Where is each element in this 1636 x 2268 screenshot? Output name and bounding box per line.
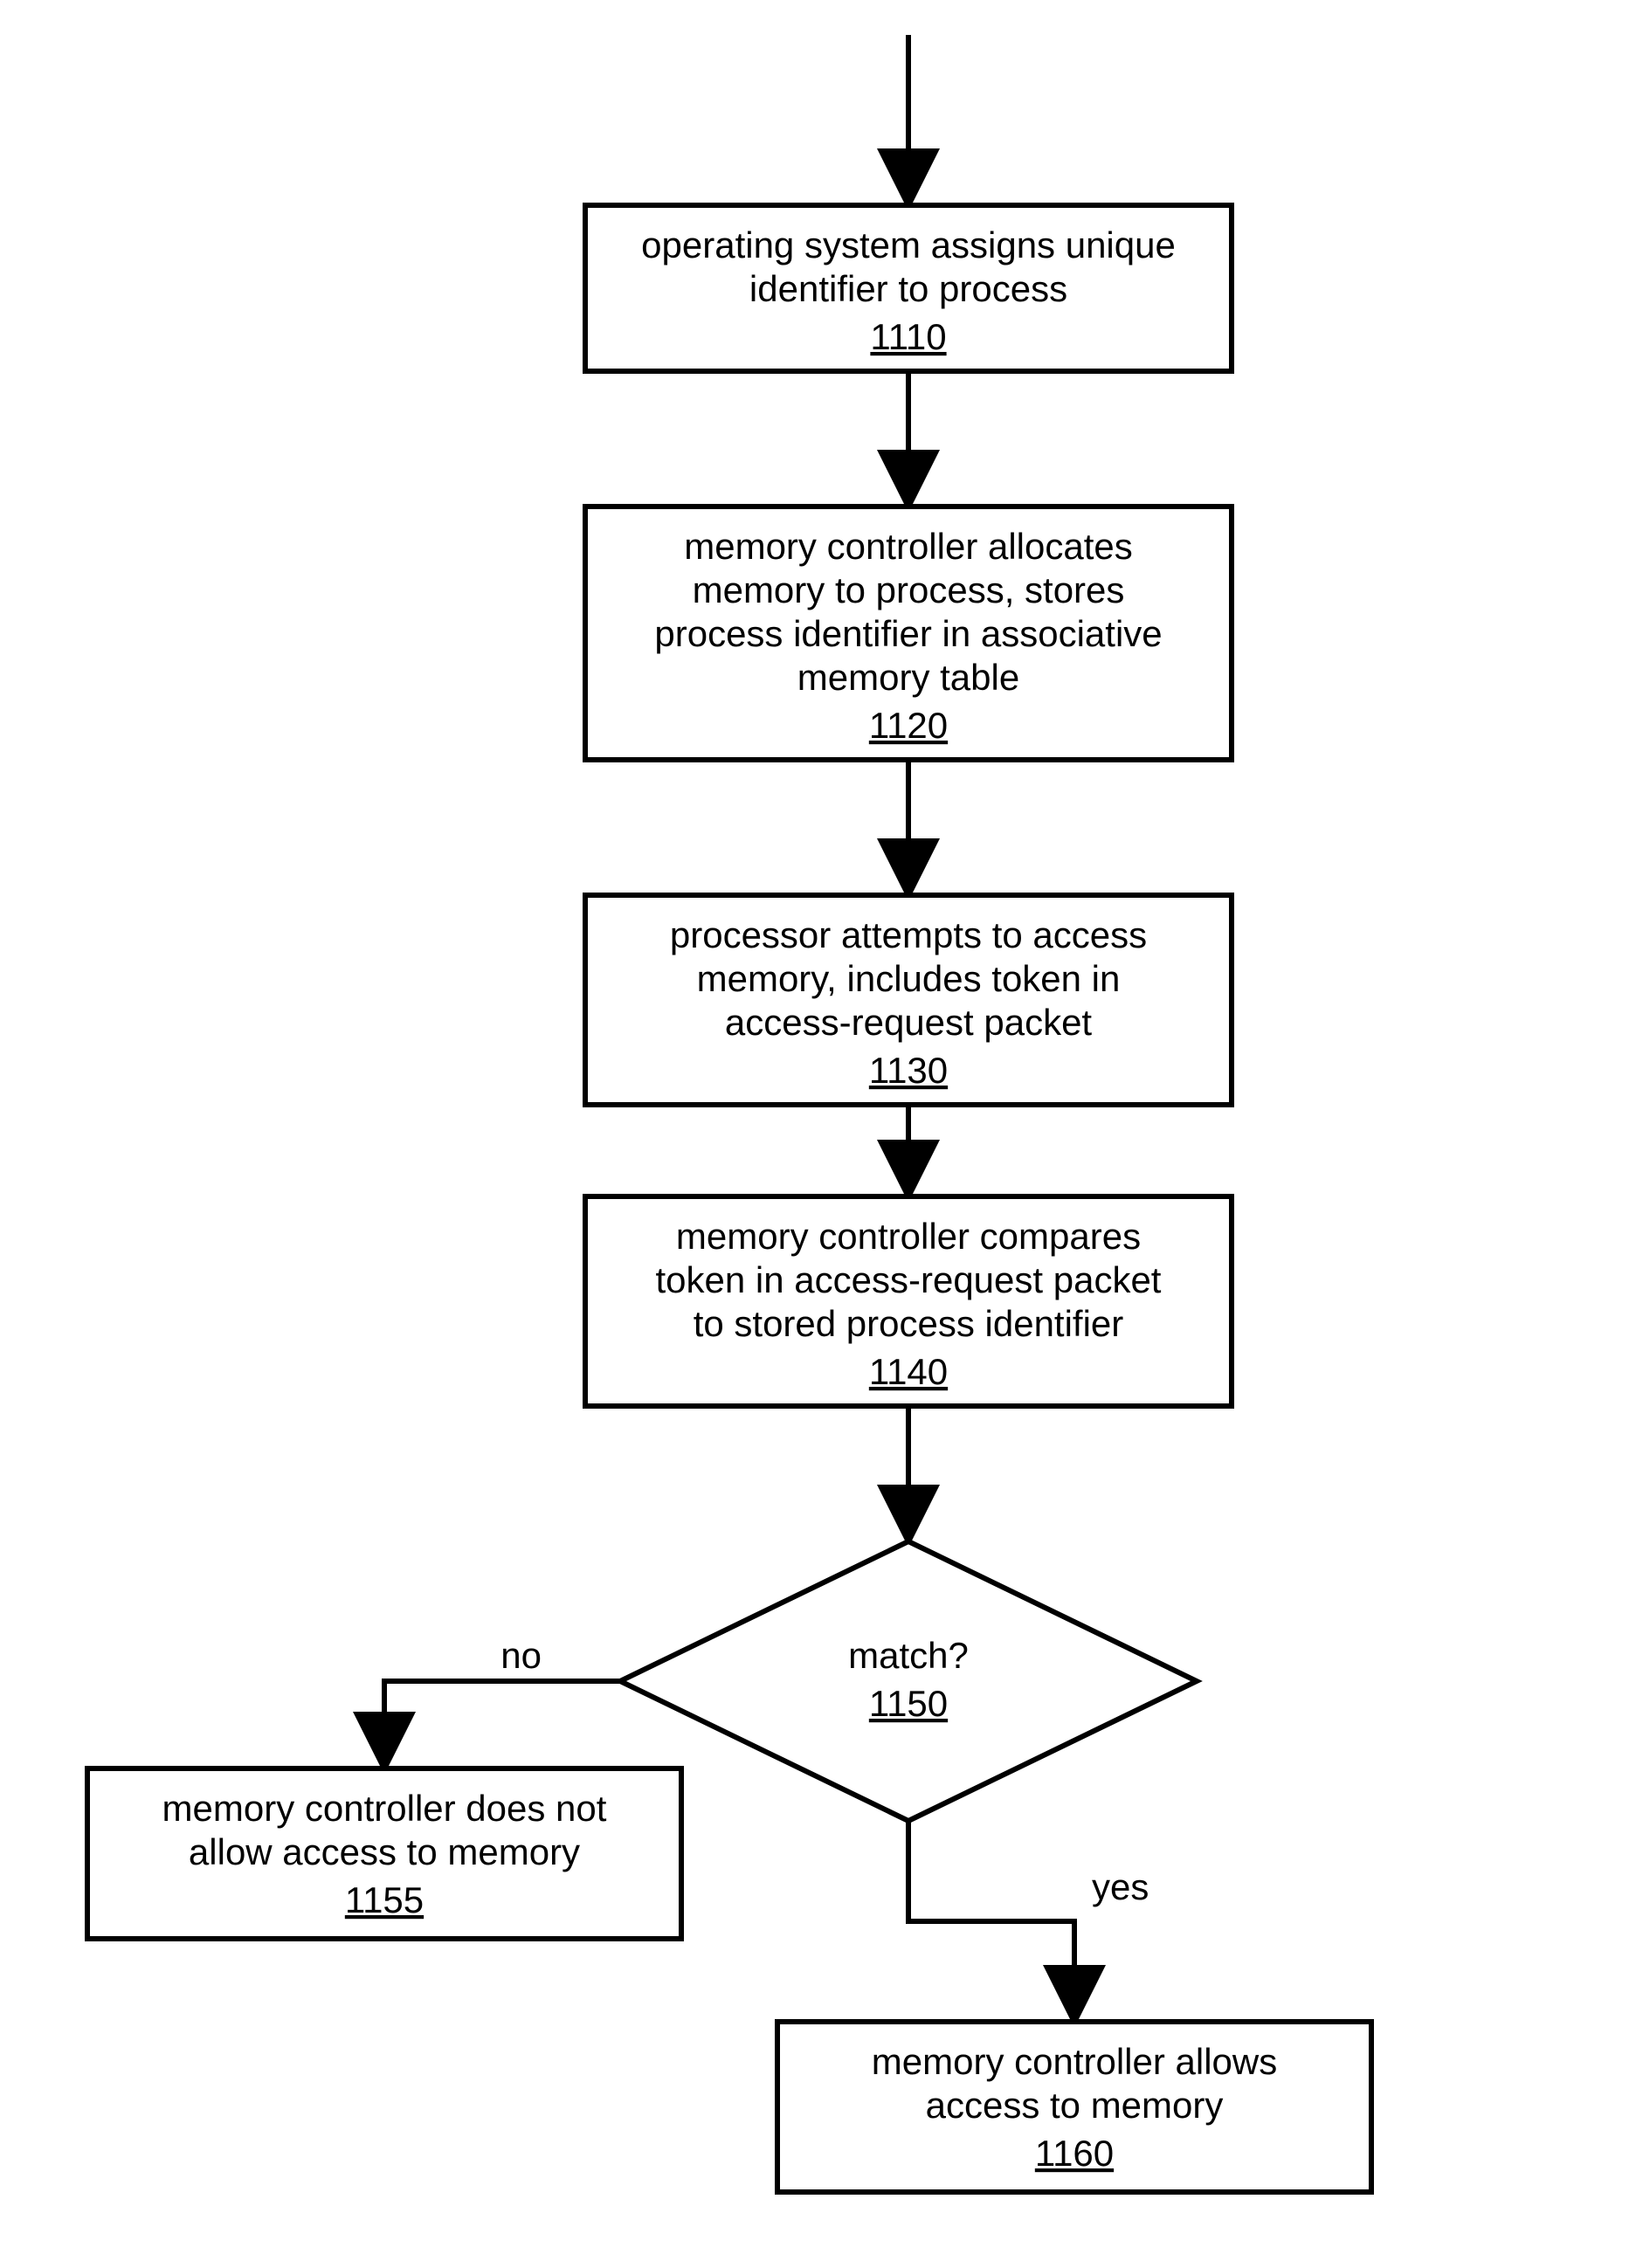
node-1120-line4: memory table: [797, 657, 1019, 698]
node-1160-ref: 1160: [1035, 2133, 1114, 2174]
node-1120-line1: memory controller allocates: [684, 526, 1133, 567]
node-1140-line2: token in access-request packet: [656, 1259, 1162, 1300]
edge-1150-1160: yes: [908, 1821, 1149, 2017]
node-1130-line2: memory, includes token in: [697, 958, 1121, 999]
node-1130-line1: processor attempts to access: [670, 914, 1147, 955]
node-1110: operating system assigns unique identifi…: [585, 205, 1232, 371]
node-1150-ref: 1150: [869, 1683, 948, 1724]
node-1160-line2: access to memory: [926, 2085, 1224, 2126]
flowchart: operating system assigns unique identifi…: [0, 0, 1636, 2268]
node-1155-line2: allow access to memory: [189, 1831, 580, 1872]
node-1120-line2: memory to process, stores: [693, 569, 1125, 610]
node-1155-ref: 1155: [345, 1879, 424, 1920]
node-1140-line3: to stored process identifier: [694, 1303, 1124, 1344]
node-1110-line2: identifier to process: [749, 268, 1067, 309]
node-1130-ref: 1130: [869, 1050, 948, 1091]
node-1140: memory controller compares token in acce…: [585, 1196, 1232, 1406]
node-1120-ref: 1120: [869, 705, 948, 746]
node-1140-line1: memory controller compares: [676, 1216, 1141, 1257]
node-1110-ref: 1110: [870, 316, 946, 357]
node-1155: memory controller does not allow access …: [87, 1768, 681, 1939]
node-1160: memory controller allows access to memor…: [777, 2022, 1371, 2192]
node-1150-line1: match?: [848, 1635, 969, 1676]
node-1155-line1: memory controller does not: [162, 1788, 607, 1829]
node-1120: memory controller allocates memory to pr…: [585, 507, 1232, 760]
node-1120-line3: process identifier in associative: [654, 613, 1162, 654]
edge-no-label: no: [500, 1635, 542, 1676]
node-1150: match? 1150: [620, 1541, 1197, 1821]
node-1140-ref: 1140: [869, 1351, 948, 1392]
node-1160-line1: memory controller allows: [872, 2041, 1277, 2082]
node-1110-line1: operating system assigns unique: [641, 224, 1176, 265]
node-1130-line3: access-request packet: [725, 1002, 1093, 1043]
edge-yes-label: yes: [1092, 1866, 1149, 1907]
node-1130: processor attempts to access memory, inc…: [585, 895, 1232, 1105]
edge-1150-1155: no: [384, 1635, 620, 1764]
